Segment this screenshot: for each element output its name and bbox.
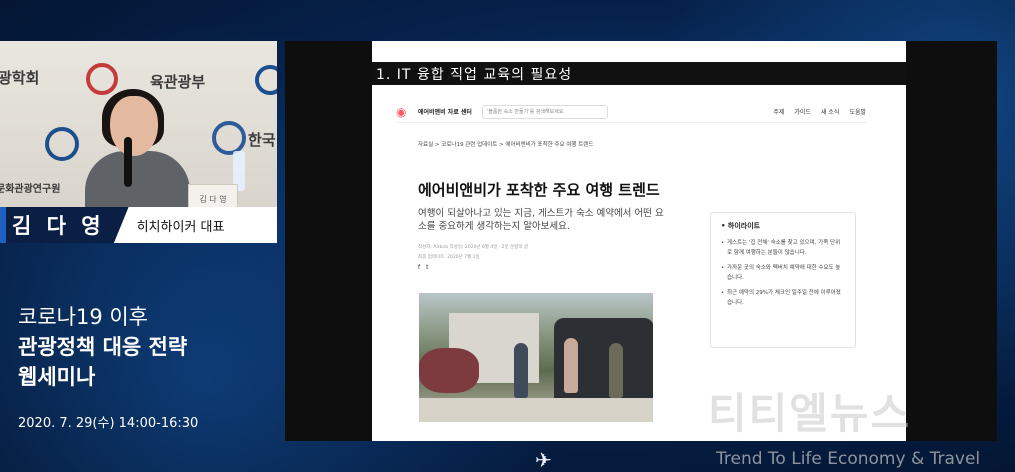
highlight-item: 가까운 곳의 숙소와 펙버치 예약에 대한 수요도 높습니다. xyxy=(721,263,845,283)
watermark-brand: 티티엘뉴스 xyxy=(708,389,912,438)
watermark-tagline: Trend To Life Economy & Travel xyxy=(716,449,981,469)
nav-help[interactable]: 도움말 xyxy=(849,107,866,116)
airbnb-icon: ◉ xyxy=(396,104,407,119)
speaker-name-bar: 김 다 영 히치하이커 대표 xyxy=(0,207,277,243)
ministry-logo xyxy=(86,63,118,95)
photo-person xyxy=(514,343,528,398)
highlights-title: • 하이라이트 xyxy=(721,222,761,230)
article-meta: 작성자: Airbnb 작성일: 2020년 6월 4일 · 2분 분량의 글 … xyxy=(418,243,528,263)
site-search-input[interactable]: '볼품한 숙소 만들기'를 검색해보세요. xyxy=(481,104,608,119)
speaker-role: 히치하이커 대표 xyxy=(136,219,225,235)
article-meta-updated: 최종 업데이트: 2020년 7월 1일 xyxy=(418,255,480,260)
photo-person xyxy=(564,338,578,393)
speaker-name-block: 김 다 영 xyxy=(6,207,129,243)
nav-guides[interactable]: 가이드 xyxy=(794,107,811,116)
webinar-title: 코로나19 이후 관광정책 대응 전략 웹세미나 xyxy=(18,302,268,392)
backdrop-text-ministry: 육관광부 xyxy=(150,73,206,91)
photo-person xyxy=(609,343,623,398)
article-photo xyxy=(419,293,653,422)
speaker-name: 김 다 영 xyxy=(12,214,105,238)
article-title: 에어비앤비가 포착한 주요 여행 트렌드 xyxy=(418,181,660,199)
microphone-icon xyxy=(124,137,132,187)
site-nav: 주제 가이드 새 소식 도움말 xyxy=(773,107,866,116)
webinar-title-line3: 웹세미나 xyxy=(18,365,96,389)
highlights-box: • 하이라이트 게스트는 '집 전체' 숙소를 찾고 있으며, 가족 단위로 함… xyxy=(710,212,856,348)
backdrop-text-left: 광학회 xyxy=(0,69,40,87)
webinar-datetime: 2020. 7. 29(수) 14:00-16:30 xyxy=(18,416,199,431)
webinar-title-line1: 코로나19 이후 xyxy=(18,305,148,329)
share-icons: f t xyxy=(418,264,428,271)
speaker-face xyxy=(110,96,158,156)
breadcrumb: 자료실 > 코로나19 관련 업데이트 > 에어비앤비가 포착한 주요 여행 트… xyxy=(418,142,594,148)
highlight-item: 게스트는 '집 전체' 숙소를 찾고 있으며, 가족 단위로 함께 여행하는 분… xyxy=(721,238,845,258)
photo-ground xyxy=(419,398,653,422)
article-intro: 여행이 되살아나고 있는 지금, 게스트가 숙소 예약에서 어떤 요소를 중요하… xyxy=(418,208,664,232)
facebook-icon[interactable]: f xyxy=(418,264,420,271)
article-meta-author: 작성자: Airbnb 작성일: 2020년 6월 4일 · 2분 분량의 글 xyxy=(418,245,529,250)
backdrop-logo-left xyxy=(45,127,79,161)
site-name: 에어비앤비 자료 센터 xyxy=(418,109,472,116)
twitter-icon[interactable]: t xyxy=(426,264,428,271)
backdrop-text-institute: 문화관광연구원 xyxy=(0,184,61,195)
airbnb-site-header: ◉ 에어비앤비 자료 센터 '볼품한 숙소 만들기'를 검색해보세요. 주제 가… xyxy=(396,101,866,123)
highlight-item: 최근 예약의 29%가 체크인 일주일 전에 이루어졌습니다. xyxy=(721,288,845,308)
slide-heading: 1. IT 융합 직업 교육의 필요성 xyxy=(376,67,573,83)
nav-topics[interactable]: 주제 xyxy=(773,107,784,116)
nav-news[interactable]: 새 소식 xyxy=(821,107,839,116)
institute-emblem xyxy=(212,121,246,155)
backdrop-text-right: 한국 xyxy=(248,131,276,149)
backdrop-logo-right xyxy=(255,65,277,95)
photo-flowers xyxy=(419,348,479,393)
webinar-title-line2: 관광정책 대응 전략 xyxy=(18,335,188,359)
speaker-video: 광학회 육관광부 한국 문화관광연구원 김 다 영 xyxy=(0,41,277,216)
airplane-icon: ✈ xyxy=(535,448,552,472)
